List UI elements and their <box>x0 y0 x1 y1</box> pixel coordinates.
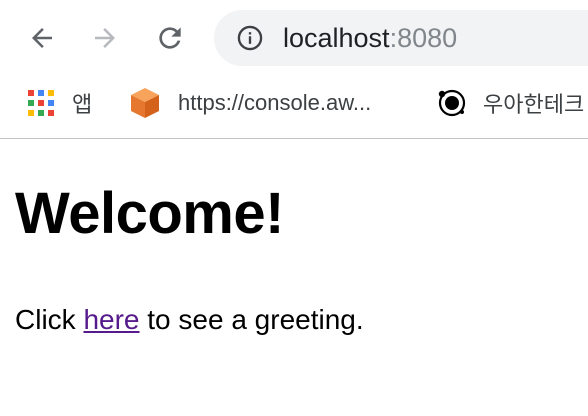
back-arrow-icon <box>32 28 52 48</box>
bookmarks-bar: 앱 https://console.aw... 우아한테크 <box>0 76 588 139</box>
bookmark-label: 앱 <box>72 92 93 117</box>
paragraph-text-before: Click <box>15 304 84 335</box>
url-text[interactable]: localhost:8080 <box>283 20 457 56</box>
bookmark-woowa-tech[interactable]: 우아한테크 <box>437 76 584 130</box>
bookmark-apps[interactable]: 앱 <box>28 76 92 130</box>
forward-arrow-icon <box>95 28 115 48</box>
bookmark-label: https://console.aw... <box>178 90 372 115</box>
greeting-link[interactable]: here <box>83 304 139 335</box>
bookmark-label: 우아한테크 <box>483 92 585 117</box>
reload-button[interactable] <box>150 18 190 58</box>
url-host: localhost <box>283 23 390 53</box>
greeting-paragraph: Click here to see a greeting. <box>15 303 364 337</box>
apps-grid-icon <box>28 90 54 116</box>
browser-toolbar: localhost:8080 <box>0 0 588 76</box>
address-bar[interactable]: localhost:8080 <box>214 10 588 66</box>
bookmark-aws-console[interactable]: https://console.aw... <box>128 76 371 130</box>
woowa-logo-icon <box>438 89 466 117</box>
url-port: :8080 <box>389 23 458 53</box>
back-button[interactable] <box>22 18 62 58</box>
aws-cube-icon <box>131 88 159 118</box>
page-heading: Welcome! <box>15 181 284 246</box>
reload-icon <box>159 27 181 49</box>
paragraph-text-after: to see a greeting. <box>139 304 364 335</box>
site-info-icon[interactable] <box>236 24 264 52</box>
forward-button[interactable] <box>85 18 125 58</box>
